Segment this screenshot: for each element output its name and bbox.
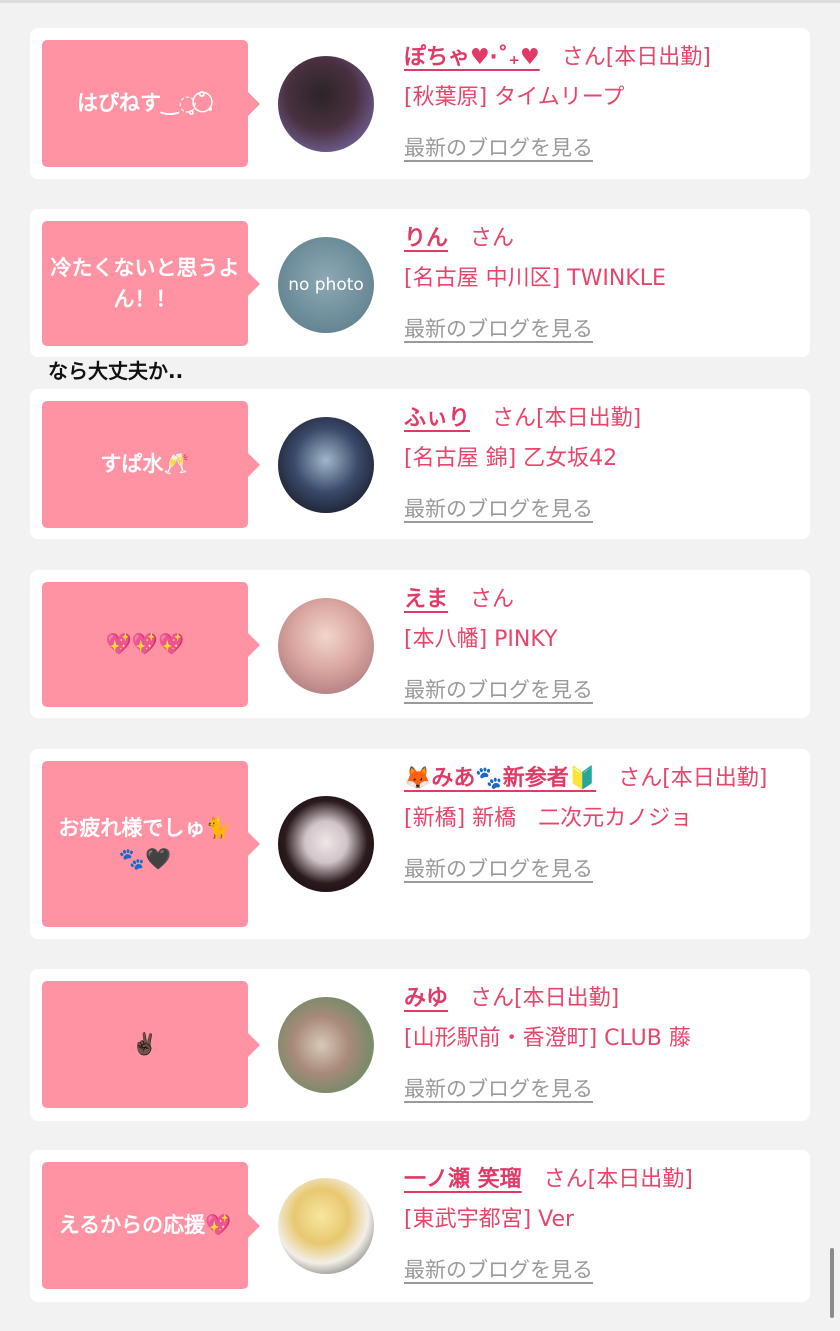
message-bubble: 💖💖💖 (42, 582, 260, 707)
blog-card[interactable]: すぱ水🥂 ふぃり さん[本日出勤] [名古屋 錦] 乙女坂42 最新のブログを見る (30, 389, 810, 539)
latest-blog-link[interactable]: 最新のブログを見る (404, 1250, 804, 1290)
avatar[interactable] (278, 598, 374, 694)
message-bubble: お疲れ様でしゅ🐈 🐾🖤 (42, 761, 260, 927)
latest-blog-link[interactable]: 最新のブログを見る (404, 1069, 804, 1109)
bubble-text: 冷たくないと思うよん！！ (50, 255, 240, 311)
bubble-text: えるからの応援💖 (58, 1213, 232, 1237)
bubble-text: すぱ水🥂 (100, 452, 190, 476)
name-link[interactable]: 一ノ瀬 笑瑠 (404, 1167, 522, 1192)
latest-blog-link[interactable]: 最新のブログを見る (404, 670, 804, 710)
no-photo-text: no photo (288, 275, 364, 295)
avatar[interactable] (278, 417, 374, 513)
avatar[interactable] (278, 1178, 374, 1274)
avatar[interactable] (278, 56, 374, 152)
blog-card[interactable]: えるからの応援💖 一ノ瀬 笑瑠 さん[本日出勤] [東武宇都宮] Ver 最新のブ… (30, 1150, 810, 1302)
shop-label: [新橋] 新橋 二次元カノジョ (404, 806, 693, 831)
name-link[interactable]: えま (404, 587, 448, 612)
name-link[interactable]: ふぃり (404, 406, 470, 431)
name-link[interactable]: 🦊みあ🐾新参者🔰 (404, 766, 596, 791)
message-bubble: 冷たくないと思うよん！！ (42, 221, 260, 346)
avatar[interactable] (278, 796, 374, 892)
bubble-text: 💖💖💖 (105, 632, 185, 656)
name-suffix: さん[本日出勤] (492, 406, 642, 431)
no-photo-placeholder-icon[interactable]: no photo (278, 237, 374, 333)
message-bubble: はぴねす‿◌̥˚.⃝ (42, 40, 260, 167)
name-suffix: さん[本日出勤] (618, 766, 768, 791)
blog-card[interactable]: 💖💖💖 えま さん [本八幡] PINKY 最新のブログを見る (30, 570, 810, 718)
blog-card[interactable]: お疲れ様でしゅ🐈 🐾🖤 🦊みあ🐾新参者🔰 さん[本日出勤] [新橋] 新橋 二次元… (30, 749, 810, 939)
top-divider (0, 0, 840, 3)
latest-blog-link[interactable]: 最新のブログを見る (404, 849, 804, 889)
name-suffix: さん (470, 587, 515, 612)
shop-label: [山形駅前・香澄町] CLUB 藤 (404, 1026, 691, 1051)
scrollbar[interactable] (830, 1248, 834, 1318)
latest-blog-link[interactable]: 最新のブログを見る (404, 489, 804, 529)
blog-card[interactable]: ✌🏿 みゆ さん[本日出勤] [山形駅前・香澄町] CLUB 藤 最新のブログを見… (30, 969, 810, 1121)
shop-label: [秋葉原] タイムリープ (404, 85, 625, 110)
bubble-text: お疲れ様でしゅ🐈 🐾🖤 (58, 816, 232, 871)
shop-label: [名古屋 中川区] TWINKLE (404, 266, 666, 291)
message-bubble: すぱ水🥂 (42, 401, 260, 528)
message-bubble: ✌🏿 (42, 981, 260, 1108)
name-link[interactable]: りん (404, 226, 448, 251)
shop-label: [名古屋 錦] 乙女坂42 (404, 446, 618, 471)
name-suffix: さん (470, 226, 515, 251)
name-link[interactable]: みゆ (404, 986, 448, 1011)
name-suffix: さん[本日出勤] (543, 1167, 693, 1192)
message-bubble: えるからの応援💖 (42, 1162, 260, 1289)
name-suffix: さん[本日出勤] (561, 45, 711, 70)
name-link[interactable]: ぽちゃ♥︎‧˚₊♥︎ (404, 45, 540, 70)
shop-label: [東武宇都宮] Ver (404, 1207, 575, 1232)
bubble-text: はぴねす‿◌̥˚.⃝ (76, 91, 214, 115)
overflow-text: なら大丈夫か.. (48, 359, 184, 383)
name-suffix: さん[本日出勤] (470, 986, 620, 1011)
avatar[interactable] (278, 997, 374, 1093)
latest-blog-link[interactable]: 最新のブログを見る (404, 128, 804, 168)
latest-blog-link[interactable]: 最新のブログを見る (404, 309, 804, 349)
shop-label: [本八幡] PINKY (404, 627, 558, 652)
bubble-text: ✌🏿 (131, 1032, 159, 1056)
blog-card[interactable]: 冷たくないと思うよん！！ no photo りん さん [名古屋 中川区] TWI… (30, 209, 810, 357)
blog-card[interactable]: はぴねす‿◌̥˚.⃝ ぽちゃ♥︎‧˚₊♥︎ さん[本日出勤] [秋葉原] タイムリ… (30, 28, 810, 179)
